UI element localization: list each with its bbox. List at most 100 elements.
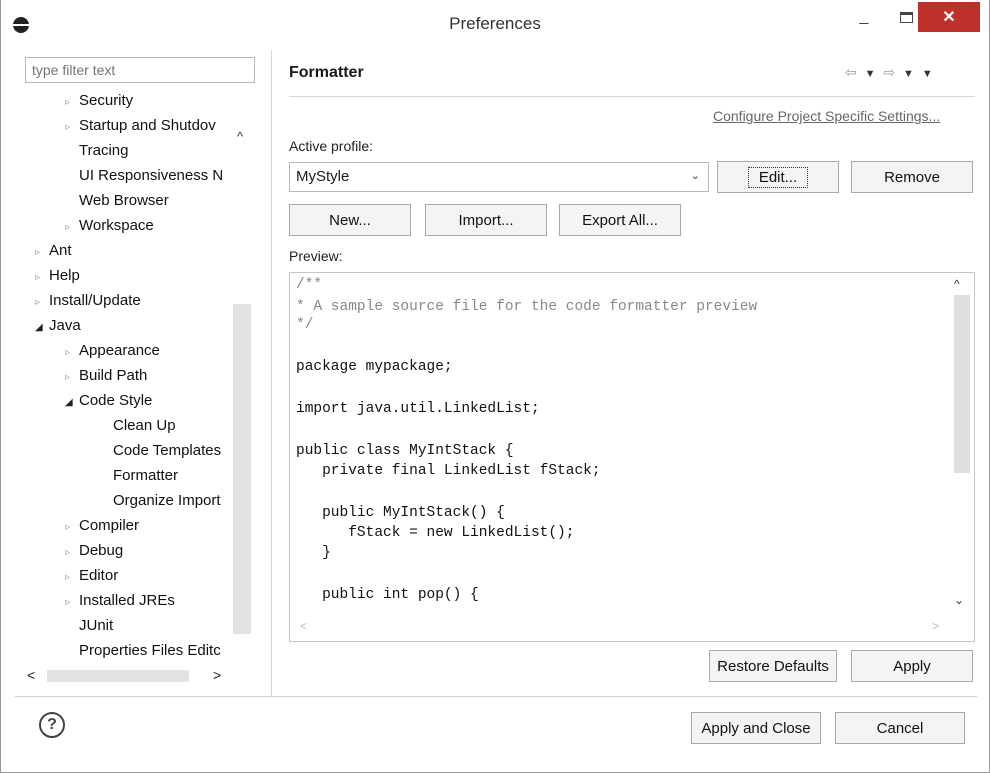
preview-horizontal-scrollbar[interactable]: < > — [296, 615, 939, 635]
tree-item-help[interactable]: ▹ Help — [35, 264, 80, 288]
cancel-button[interactable]: Cancel — [835, 712, 965, 744]
tree-item-code-templates[interactable]: Code Templates — [113, 439, 221, 463]
restore-defaults-button[interactable]: Restore Defaults — [709, 650, 837, 682]
forward-arrow-icon[interactable]: ⇨ — [883, 64, 897, 80]
code-line: /** — [296, 277, 323, 293]
tree-item-label: Compiler — [79, 517, 140, 534]
edit-button-label: Edit... — [747, 166, 809, 188]
code-preview[interactable]: /** * A sample source file for the code … — [289, 272, 975, 642]
back-dropdown-icon[interactable]: ▼ — [865, 68, 878, 80]
tree-item-tracing[interactable]: Tracing — [79, 139, 128, 163]
pane-divider[interactable] — [271, 50, 272, 696]
view-menu-icon[interactable]: ▼ — [922, 68, 935, 80]
preview-label: Preview: — [289, 248, 343, 264]
tree-item-label: Debug — [79, 542, 124, 559]
tree-item-editor[interactable]: ▹ Editor — [65, 564, 118, 588]
collapsed-arrow-icon[interactable]: ▹ — [35, 241, 49, 265]
expanded-arrow-icon[interactable]: ◢ — [65, 391, 79, 415]
collapsed-arrow-icon[interactable]: ▹ — [65, 541, 79, 565]
tree-item-label: Organize Import — [113, 492, 221, 509]
active-profile-label: Active profile: — [289, 138, 374, 154]
collapsed-arrow-icon[interactable]: ▹ — [65, 116, 79, 140]
scroll-right-icon[interactable]: > — [213, 667, 221, 683]
filter-input[interactable] — [25, 57, 255, 83]
tree-item-build-path[interactable]: ▹ Build Path — [65, 364, 147, 388]
scroll-up-icon[interactable]: ^ — [954, 277, 960, 291]
collapsed-arrow-icon[interactable]: ▹ — [65, 566, 79, 590]
scroll-up-icon[interactable]: ^ — [237, 129, 243, 144]
import-button[interactable]: Import... — [425, 204, 547, 236]
project-settings-link[interactable]: Configure Project Specific Settings... — [713, 108, 940, 124]
formatter-page: Formatter ⇦ ▼ ⇨ ▼ ▼ Configure Project Sp… — [289, 56, 979, 696]
tree-vertical-scrollbar[interactable] — [233, 304, 251, 634]
scroll-right-icon[interactable]: > — [932, 619, 939, 633]
scroll-down-icon[interactable]: ⌄ — [954, 593, 964, 607]
apply-and-close-button[interactable]: Apply and Close — [691, 712, 821, 744]
collapsed-arrow-icon[interactable]: ▹ — [35, 266, 49, 290]
title-bar: Preferences _ ✕ — [1, 0, 989, 50]
scroll-left-icon[interactable]: < — [300, 619, 307, 633]
help-icon[interactable]: ? — [39, 712, 65, 738]
tree-item-debug[interactable]: ▹ Debug — [65, 539, 123, 563]
code-line: private final LinkedList fStack; — [296, 463, 601, 479]
tree-item-startup-and-shutdown[interactable]: ▹ Startup and Shutdov — [65, 114, 216, 138]
tree-item-label: Code Templates — [113, 442, 222, 459]
close-button[interactable]: ✕ — [918, 2, 980, 32]
expanded-arrow-icon[interactable]: ◢ — [35, 316, 49, 340]
collapsed-arrow-icon[interactable]: ▹ — [65, 216, 79, 240]
tree-item-label: Build Path — [79, 367, 148, 384]
tree-item-label: Editor — [79, 567, 119, 584]
tree-item-label: Ant — [49, 242, 72, 259]
collapsed-arrow-icon[interactable]: ▹ — [65, 366, 79, 390]
tree-item-label: Tracing — [79, 142, 129, 159]
minimize-button[interactable]: _ — [849, 2, 879, 32]
new-profile-button[interactable]: New... — [289, 204, 411, 236]
remove-button[interactable]: Remove — [851, 161, 973, 193]
code-line: } — [296, 545, 331, 561]
tree-item-appearance[interactable]: ▹ Appearance — [65, 339, 160, 363]
tree-item-properties-files-editor[interactable]: Properties Files Editc — [79, 639, 221, 663]
profile-select-value: MyStyle — [296, 168, 350, 185]
export-all-button[interactable]: Export All... — [559, 204, 681, 236]
tree-item-code-style[interactable]: ◢ Code Style — [65, 389, 152, 413]
preference-tree: ▹ Security ▹ Startup and Shutdov Tracing U… — [25, 89, 257, 679]
scroll-thumb[interactable] — [47, 670, 189, 682]
tree-item-installed-jres[interactable]: ▹ Installed JREs — [65, 589, 175, 613]
maximize-icon — [899, 11, 913, 23]
collapsed-arrow-icon[interactable]: ▹ — [65, 591, 79, 615]
tree-item-security[interactable]: ▹ Security — [65, 89, 133, 113]
collapsed-arrow-icon[interactable]: ▹ — [35, 291, 49, 315]
scroll-left-icon[interactable]: < — [27, 667, 35, 683]
code-line: * A sample source file for the code form… — [296, 299, 758, 315]
code-line: */ — [296, 317, 314, 333]
tree-item-label: Formatter — [113, 467, 179, 484]
tree-item-label: Help — [49, 267, 80, 284]
tree-item-workspace[interactable]: ▹ Workspace — [65, 214, 154, 238]
tree-horizontal-scrollbar[interactable]: < > — [25, 667, 255, 685]
tree-item-java[interactable]: ◢ Java — [35, 314, 81, 338]
collapsed-arrow-icon[interactable]: ▹ — [65, 516, 79, 540]
preference-navigation: ▹Security ▹Startup and Shutdov Tracing U… — [25, 57, 257, 687]
back-arrow-icon[interactable]: ⇦ — [845, 64, 859, 80]
preview-vertical-scrollbar[interactable] — [954, 295, 970, 473]
tree-item-clean-up[interactable]: Clean Up — [113, 414, 176, 438]
tree-item-install-update[interactable]: ▹ Install/Update — [35, 289, 141, 313]
tree-item-compiler[interactable]: ▹ Compiler — [65, 514, 139, 538]
collapsed-arrow-icon[interactable]: ▹ — [65, 341, 79, 365]
apply-button[interactable]: Apply — [851, 650, 973, 682]
tree-item-organize-imports[interactable]: Organize Import — [113, 489, 221, 513]
tree-item-junit[interactable]: JUnit — [79, 614, 113, 638]
window-title: Preferences — [449, 14, 541, 33]
tree-item-ant[interactable]: ▹ Ant — [35, 239, 72, 263]
tree-item-formatter[interactable]: Formatter — [113, 464, 178, 488]
tree-item-web-browser[interactable]: Web Browser — [79, 189, 169, 213]
collapsed-arrow-icon[interactable]: ▹ — [65, 91, 79, 115]
tree-item-label: Workspace — [79, 217, 154, 234]
forward-dropdown-icon[interactable]: ▼ — [903, 68, 916, 80]
tree-item-label: Installed JREs — [79, 592, 175, 609]
tree-item-ui-responsiveness[interactable]: UI Responsiveness N — [79, 164, 223, 188]
profile-select[interactable]: MyStyle ⌄ — [289, 162, 709, 192]
edit-button[interactable]: Edit... — [717, 161, 839, 193]
page-title: Formatter — [289, 64, 364, 81]
maximize-button[interactable] — [891, 2, 921, 32]
